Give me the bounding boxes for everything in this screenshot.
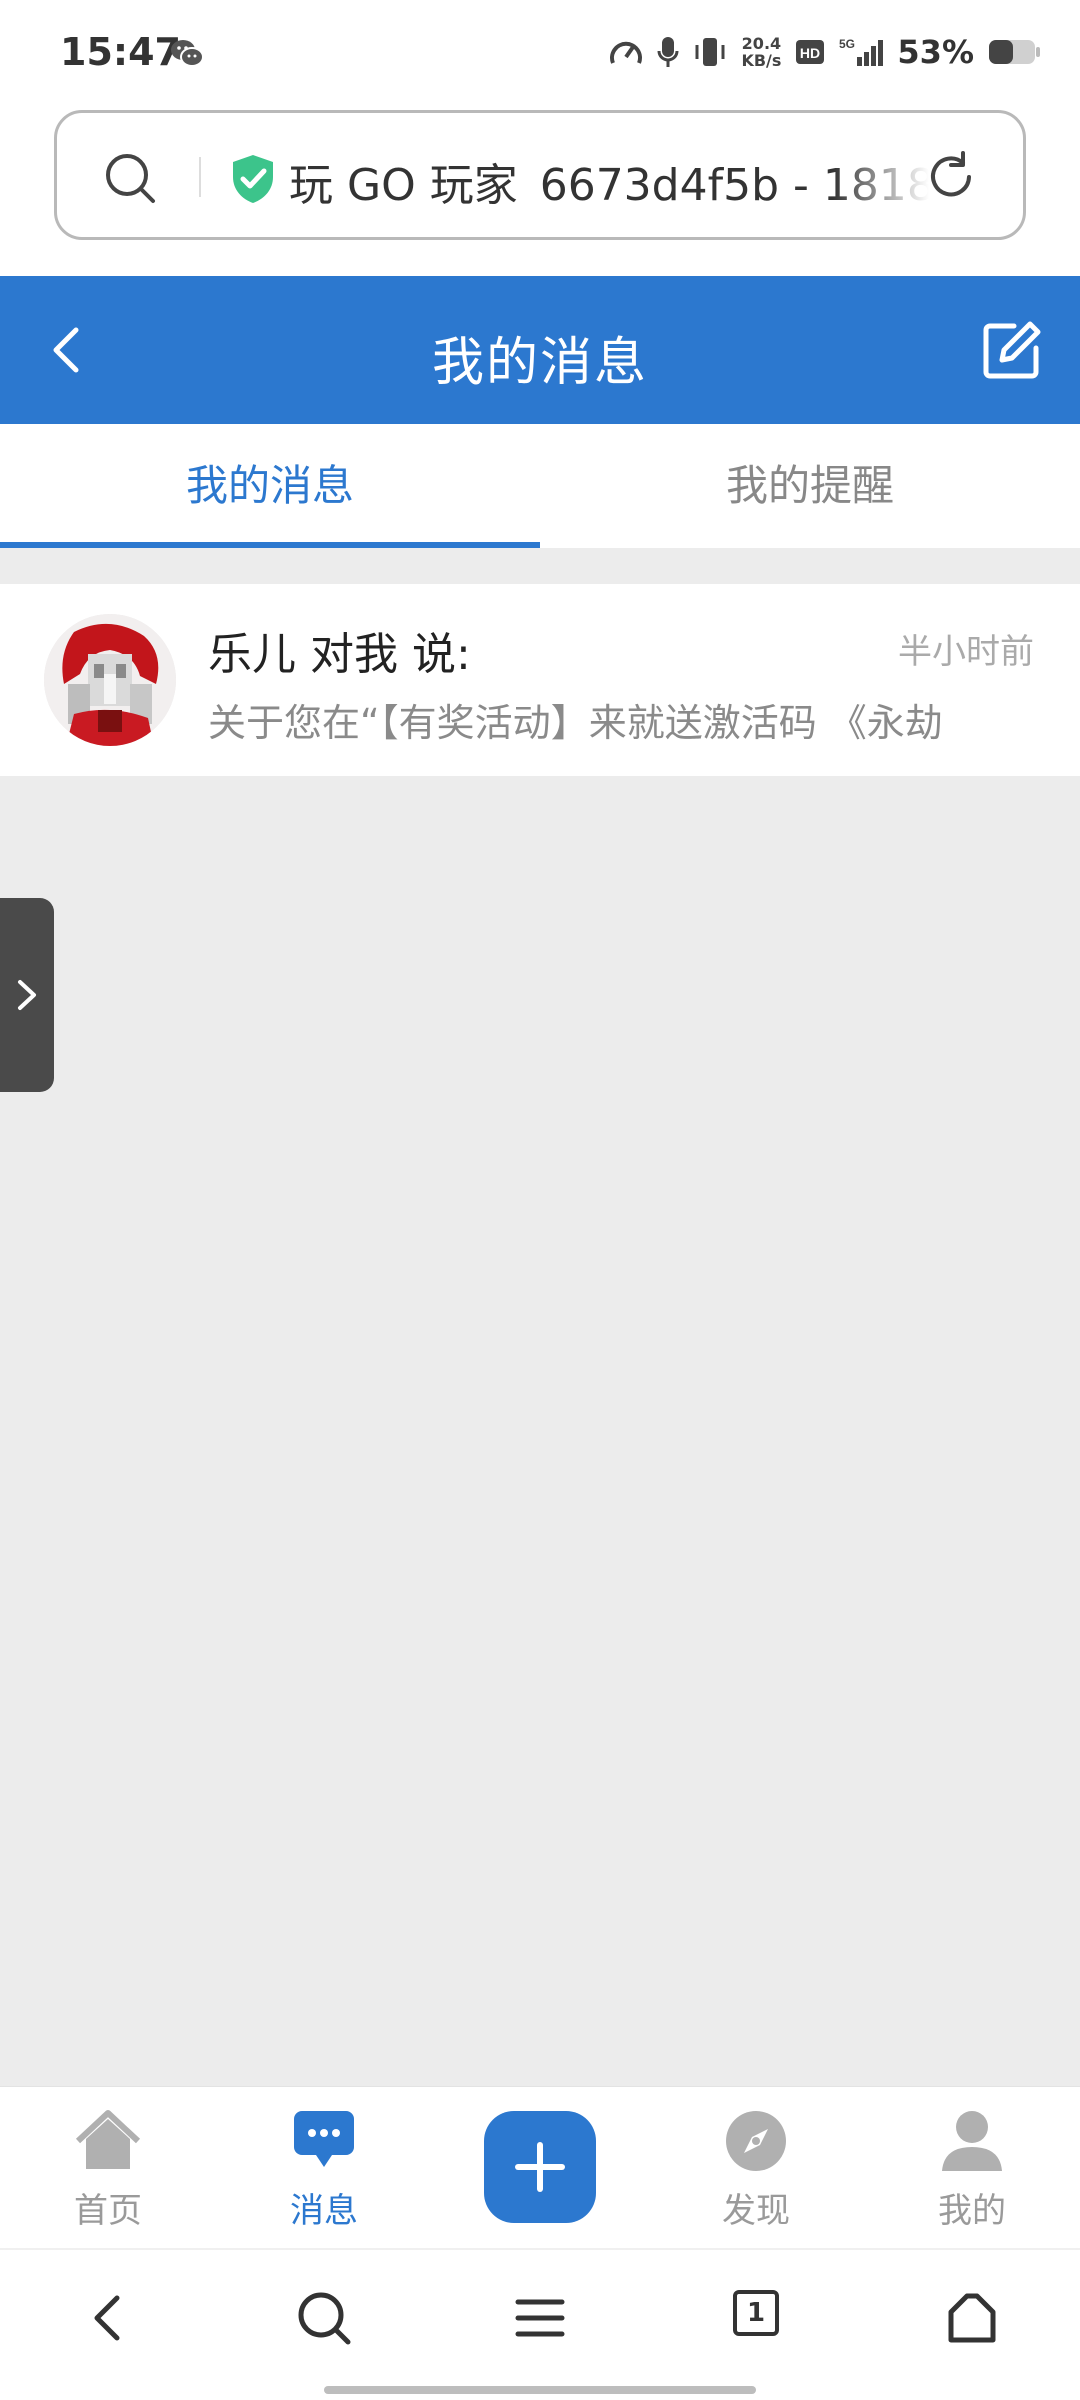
- signal-icon: 5G: [839, 37, 884, 66]
- bottom-tab-label: 首页: [74, 2191, 142, 2231]
- hd-icon: HD: [796, 40, 825, 64]
- reload-icon[interactable]: [923, 149, 979, 205]
- user-icon: [942, 2111, 1002, 2171]
- page-title: 我的消息: [431, 333, 648, 393]
- bottom-tab-plus[interactable]: [432, 2087, 648, 2248]
- net-speed-unit: KB/s: [741, 51, 782, 70]
- bottom-tab-label: 发现: [722, 2191, 790, 2231]
- bottom-tab-bar: 首页 消息 发现 我的: [0, 2086, 1080, 2248]
- message-preview: 关于您在“【有奖活动】来就送激活码 《永劫: [208, 701, 943, 745]
- bottom-tab-label: 消息: [290, 2191, 358, 2231]
- compass-icon: [726, 2111, 786, 2171]
- browser-menu-button[interactable]: [432, 2250, 648, 2400]
- browser-tabs-button[interactable]: 1: [648, 2250, 864, 2400]
- bottom-tab-label: 我的: [938, 2191, 1006, 2231]
- net-speed: 20.4 KB/s: [741, 35, 781, 69]
- battery-icon: [989, 40, 1040, 64]
- vibrate-icon: [695, 38, 725, 66]
- plus-button[interactable]: [484, 2111, 596, 2223]
- plus-icon: [515, 2142, 565, 2192]
- browser-home-button[interactable]: [864, 2250, 1080, 2400]
- home-outline-icon: [948, 2293, 996, 2343]
- browser-address-area: 玩 GO 玩家_6673d4f5b - 1818: [0, 100, 1080, 276]
- address-bar[interactable]: 玩 GO 玩家_6673d4f5b - 1818: [54, 110, 1026, 240]
- message-tabs: 我的消息 我的提醒: [0, 424, 1080, 548]
- message-time: 半小时前: [898, 632, 1034, 672]
- speedometer-icon: [610, 41, 643, 64]
- shield-check-icon: [233, 155, 273, 203]
- tabs-icon: 1: [733, 2290, 779, 2336]
- nav-back-icon: [94, 2295, 120, 2341]
- mic-icon: [657, 37, 679, 67]
- bottom-tab-home[interactable]: 首页: [0, 2087, 216, 2248]
- svg-text:HD: HD: [800, 45, 820, 61]
- bottom-tab-me[interactable]: 我的: [864, 2087, 1080, 2248]
- address-text[interactable]: 玩 GO 玩家_6673d4f5b - 1818: [289, 149, 929, 205]
- wechat-icon: [171, 40, 204, 67]
- bottom-tab-discover[interactable]: 发现: [648, 2087, 864, 2248]
- tab-my-messages[interactable]: 我的消息: [0, 424, 540, 548]
- search-icon[interactable]: [103, 151, 159, 207]
- chevron-right-icon: [18, 980, 36, 1010]
- status-icons: 20.4 KB/s HD 5G 53%: [609, 32, 1042, 72]
- compose-icon[interactable]: [980, 318, 1044, 382]
- status-bar: 15:47 20.4 KB/s HD 5G 53%: [0, 0, 1080, 100]
- browser-bottom-nav: 1: [0, 2248, 1080, 2400]
- tab-my-reminders[interactable]: 我的提醒: [540, 424, 1080, 548]
- message-title: 乐儿 对我 说:: [208, 629, 471, 680]
- address-divider: [199, 157, 201, 197]
- status-time: 15:47: [60, 30, 181, 74]
- browser-back-button[interactable]: [0, 2250, 216, 2400]
- net-speed-value: 20.4: [741, 34, 782, 53]
- chat-icon: [294, 2111, 354, 2167]
- bottom-tab-messages[interactable]: 消息: [216, 2087, 432, 2248]
- menu-icon: [515, 2299, 565, 2337]
- browser-search-button[interactable]: [216, 2250, 432, 2400]
- avatar[interactable]: [44, 614, 176, 746]
- app-header: 我的消息: [0, 276, 1080, 424]
- side-drawer-handle[interactable]: [0, 898, 54, 1092]
- list-item[interactable]: 乐儿 对我 说: 半小时前 关于您在“【有奖活动】来就送激活码 《永劫: [0, 584, 1080, 776]
- page: 15:47 20.4 KB/s HD 5G 53% 玩 GO 玩家_6673d4…: [0, 0, 1080, 2400]
- avatar-image: [44, 614, 176, 746]
- home-icon: [75, 2110, 141, 2169]
- svg-text:5G: 5G: [839, 37, 855, 51]
- message-list: 乐儿 对我 说: 半小时前 关于您在“【有奖活动】来就送激活码 《永劫: [0, 584, 1080, 776]
- home-indicator[interactable]: [324, 2386, 756, 2394]
- nav-search-icon: [298, 2292, 351, 2345]
- battery-percent: 53%: [897, 33, 974, 71]
